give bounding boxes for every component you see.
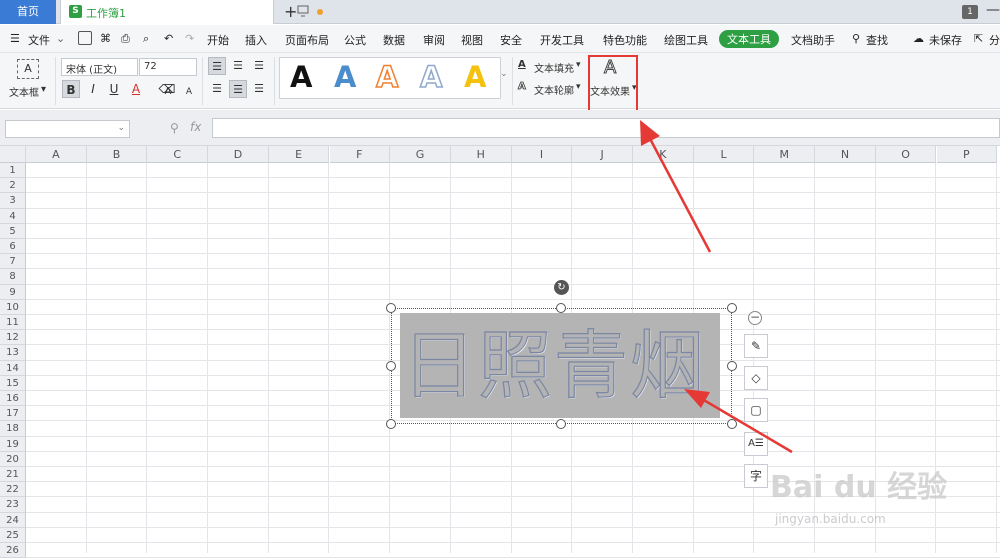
baidu-watermark-url: jingyan.baidu.com [775, 512, 886, 526]
arrow-head-1 [640, 120, 660, 146]
arrow-line-1 [645, 132, 712, 253]
arrow-line-2 [696, 394, 793, 454]
arrow-head-2 [684, 389, 710, 408]
baidu-watermark-logo: Bai du 经验 [770, 470, 948, 505]
